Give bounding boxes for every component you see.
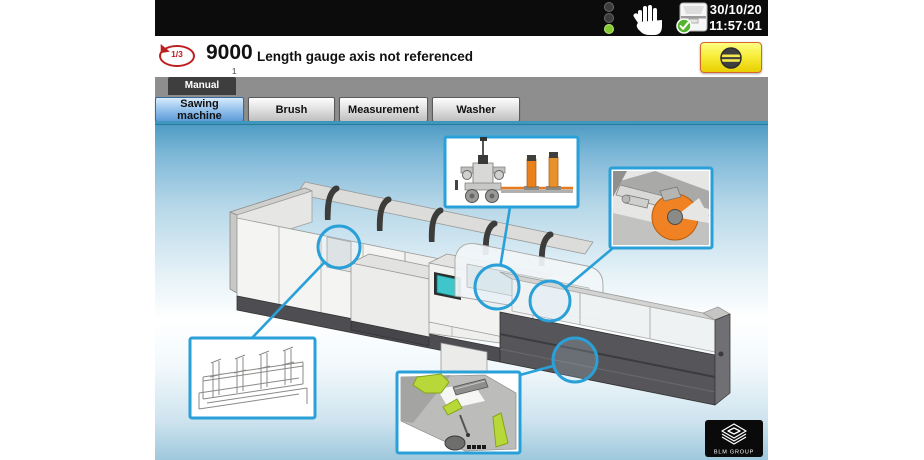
mode-tab-manual[interactable]: Manual (168, 77, 236, 95)
callout-saw-blade-detail[interactable] (610, 168, 712, 248)
status-lights-icon (602, 1, 616, 35)
alarm-banner: 1/3 9000 1 Length gauge axis not referen… (155, 36, 768, 77)
callout-carriage-cross-section[interactable] (445, 137, 578, 207)
hand-manual-mode-icon (627, 1, 667, 40)
machine-ready-check-icon (674, 2, 712, 40)
status-light-green (604, 24, 614, 34)
zone-magazine[interactable] (318, 226, 360, 268)
zone-saw[interactable] (530, 281, 570, 321)
callout-loading-rack-wireframe[interactable] (190, 338, 315, 418)
alarm-sub-index: 1 (232, 67, 236, 76)
alarm-counter: 1/3 (159, 49, 195, 59)
blm-group-logo: BLM GROUP (705, 420, 763, 457)
logo-text: BLM GROUP (714, 449, 754, 455)
alarm-message: Length gauge axis not referenced (257, 49, 473, 64)
alarm-code: 9000 (206, 41, 253, 65)
tab-measurement[interactable]: Measurement (339, 97, 428, 122)
callout-clamp-detail[interactable] (397, 372, 520, 453)
zone-unload[interactable] (553, 338, 597, 382)
tab-brush[interactable]: Brush (248, 97, 335, 122)
status-light-yellow (604, 13, 614, 23)
time-label: 11:57:01 (709, 18, 762, 34)
status-light-red (604, 2, 614, 12)
circle-with-bars-icon (718, 46, 744, 70)
tab-sawing-machine[interactable]: Sawing machine (155, 97, 244, 122)
tab-washer[interactable]: Washer (432, 97, 520, 122)
hmi-window: 30/10/20 11:57:01 1/3 9000 1 Length gaug… (155, 0, 768, 460)
alarm-ack-button[interactable] (700, 42, 762, 73)
top-status-bar: 30/10/20 11:57:01 (155, 0, 768, 36)
section-tabs: Sawing machine Brush Measurement Washer (155, 97, 520, 122)
diamond-logo-icon (714, 423, 754, 447)
navigation-strip: Manual Sawing machine Brush Measurement … (155, 77, 768, 121)
alarm-counter-icon[interactable]: 1/3 (159, 45, 199, 69)
machine-overview-canvas (155, 125, 768, 460)
date-label: 30/10/20 (709, 2, 762, 18)
datetime-display: 30/10/20 11:57:01 (709, 2, 762, 34)
zone-carriage[interactable] (475, 265, 519, 309)
